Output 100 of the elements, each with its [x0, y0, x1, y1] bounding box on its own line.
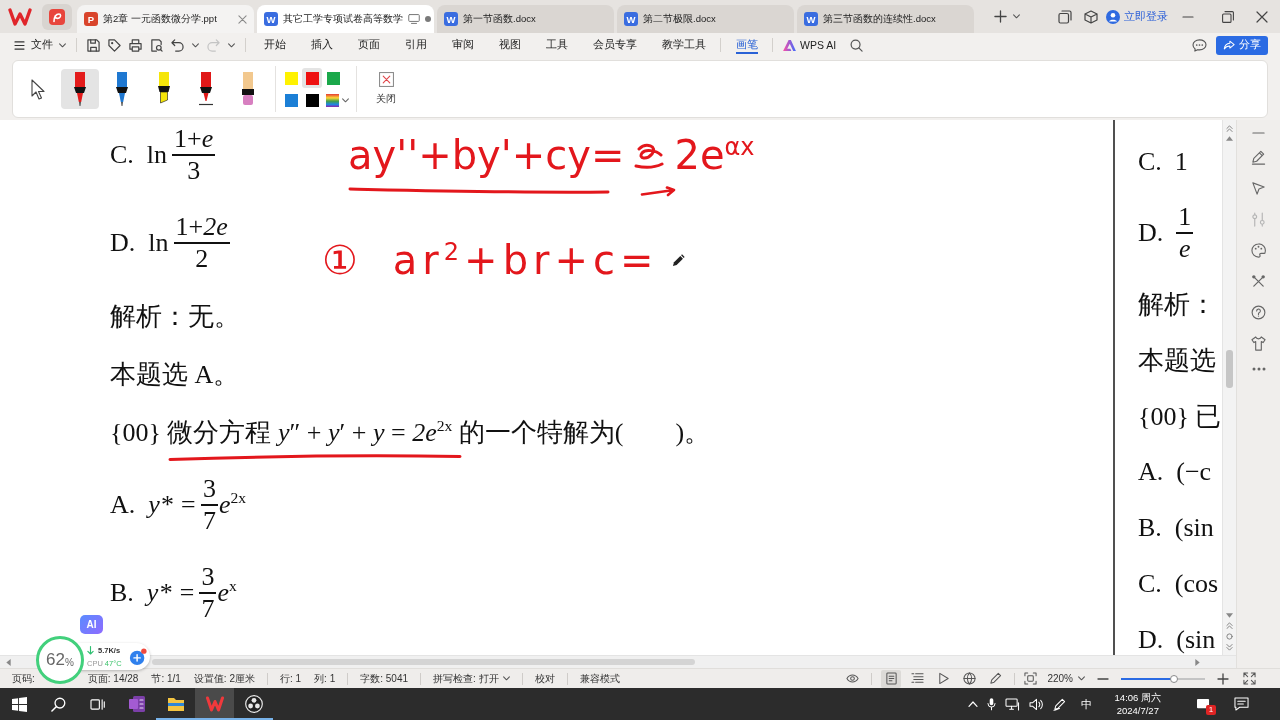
caret-icon[interactable] — [59, 42, 66, 48]
status-text: 页面: 14/28 — [87, 671, 139, 686]
browse-object-icon[interactable] — [1226, 633, 1233, 640]
scroll-thumb[interactable] — [1226, 350, 1233, 388]
task-view-icon[interactable] — [90, 697, 105, 711]
print-icon[interactable] — [129, 38, 142, 52]
status-text: 兼容模式 — [579, 671, 620, 686]
scroll-down-icon[interactable] — [1226, 613, 1233, 618]
add-circle-icon[interactable] — [129, 647, 147, 666]
print-preview-icon[interactable] — [150, 38, 163, 52]
cursor-icon[interactable] — [1251, 181, 1266, 196]
undo-icon[interactable] — [171, 38, 184, 52]
palette-icon[interactable] — [1251, 243, 1266, 258]
caret-icon[interactable] — [228, 42, 235, 48]
circle-logo-icon — [244, 695, 263, 713]
shirt-icon[interactable] — [1251, 336, 1266, 351]
ribbon-tab[interactable]: 工具 — [533, 33, 580, 57]
chevron-up-icon[interactable] — [967, 701, 978, 707]
ribbon-tab[interactable]: 审阅 — [439, 33, 486, 57]
page-icon — [884, 672, 898, 685]
search-icon[interactable] — [850, 38, 864, 52]
clock-date[interactable]: 2024/7/27 — [1116, 704, 1159, 717]
microphone-icon[interactable] — [986, 697, 996, 711]
option-value: (sin — [1176, 625, 1216, 655]
plus-icon[interactable] — [994, 10, 1007, 23]
close-icon[interactable] — [1256, 10, 1268, 23]
windows-start-icon[interactable] — [12, 696, 27, 712]
caret-icon[interactable] — [192, 42, 199, 48]
logo-icon — [783, 39, 796, 51]
scroll-left-icon[interactable] — [6, 658, 11, 666]
document-tab[interactable]: P 第2章 一元函数微分学.ppt — [77, 5, 254, 33]
option-label: C. — [1138, 569, 1162, 599]
tools-icon[interactable] — [1251, 274, 1266, 289]
file-type-icon: W — [804, 12, 818, 26]
fraction-denominator: 3 — [186, 155, 202, 186]
pen-tool-button[interactable] — [61, 69, 99, 109]
share-button[interactable]: 分享 — [1216, 35, 1268, 55]
option-label: D. — [110, 228, 136, 258]
status-text: 字数: 5041 — [360, 671, 409, 686]
caret-icon[interactable] — [1078, 676, 1085, 681]
fit-page-icon[interactable] — [1024, 672, 1038, 685]
ribbon-tab[interactable]: 视图 — [486, 33, 533, 57]
search-icon[interactable] — [51, 696, 66, 712]
restore-icon[interactable] — [1222, 10, 1234, 23]
window-tile-icon[interactable] — [1058, 9, 1072, 24]
notebook-app-icon — [127, 695, 146, 713]
fullscreen-icon[interactable] — [1243, 672, 1256, 685]
caret-icon[interactable] — [342, 97, 349, 103]
ribbon-tab[interactable]: 页面 — [345, 33, 392, 57]
status-text: 校对 — [534, 671, 555, 686]
horizontal-scrollbar[interactable] — [0, 655, 1236, 668]
zoom-dropdown[interactable]: 220% — [1047, 673, 1085, 684]
close-panel-button[interactable]: 关闭 — [366, 72, 406, 106]
clock-time[interactable]: 14:06 周六 — [1114, 691, 1161, 704]
scroll-right-icon[interactable] — [1195, 658, 1200, 666]
fraction-numerator: 1 — [1177, 202, 1193, 233]
document-tab[interactable]: W 第一节函数.docx — [437, 5, 614, 33]
ribbon-tab[interactable]: 开始 — [251, 33, 298, 57]
speaker-icon[interactable] — [1028, 697, 1044, 711]
slider-thumb[interactable] — [1169, 674, 1178, 683]
app-switch-button[interactable] — [42, 4, 72, 30]
zoom-in-icon[interactable] — [1217, 672, 1229, 685]
handwritten-text: 2e$^{αx}$ — [674, 131, 755, 179]
app-logo-icon[interactable] — [8, 7, 32, 26]
ribbon-tab[interactable]: 会员专享 — [580, 33, 649, 57]
help-icon[interactable] — [1251, 305, 1266, 320]
cube-icon[interactable] — [1084, 9, 1098, 24]
document-tab[interactable]: W 第二节极限.docx — [617, 5, 794, 33]
status-dropdown[interactable]: 拼写检查: 打开 — [433, 671, 510, 686]
math-expression: e$^{x}$ — [217, 578, 237, 608]
more-icon[interactable] — [1251, 367, 1266, 371]
tag-icon[interactable] — [108, 38, 121, 52]
vertical-scrollbar[interactable] — [1222, 120, 1236, 655]
notification-icon[interactable] — [1196, 697, 1211, 711]
chat-icon[interactable] — [1192, 38, 1207, 52]
action-center-icon[interactable] — [1234, 697, 1249, 711]
file-type-icon: W — [624, 12, 638, 26]
status-text: 页码: — [12, 671, 35, 686]
document-tab[interactable]: W 其它工学专项试卷高等数学 — [257, 5, 434, 33]
file-menu[interactable]: 文件 — [14, 38, 66, 52]
login-link[interactable]: 立即登录 — [1106, 9, 1168, 24]
ribbon-tab[interactable]: WPS AI — [775, 33, 843, 57]
sliders-icon[interactable] — [1251, 212, 1266, 227]
zoom-out-icon[interactable] — [1097, 677, 1109, 680]
share-icon — [1223, 39, 1235, 51]
caret-icon[interactable] — [1013, 14, 1020, 19]
option-value: (cos — [1174, 569, 1219, 599]
document-tab[interactable]: W 第三节函数的连续性.docx — [797, 5, 974, 33]
ribbon-tab[interactable]: 引用 — [392, 33, 439, 57]
scroll-up-icon[interactable] — [1226, 136, 1233, 141]
option-label: A. — [1138, 457, 1164, 487]
scroll-thumb[interactable] — [152, 659, 695, 665]
view-button[interactable] — [881, 669, 902, 688]
ribbon-tab[interactable]: 教学工具 — [649, 33, 718, 57]
status-text: 行: 1 — [279, 671, 302, 686]
ribbon-tab[interactable]: 插入 — [298, 33, 345, 57]
save-icon[interactable] — [87, 38, 100, 52]
caret-icon[interactable] — [502, 676, 510, 681]
input-method-indicator[interactable]: 中 — [1080, 696, 1092, 712]
network-icon[interactable] — [1004, 697, 1020, 711]
